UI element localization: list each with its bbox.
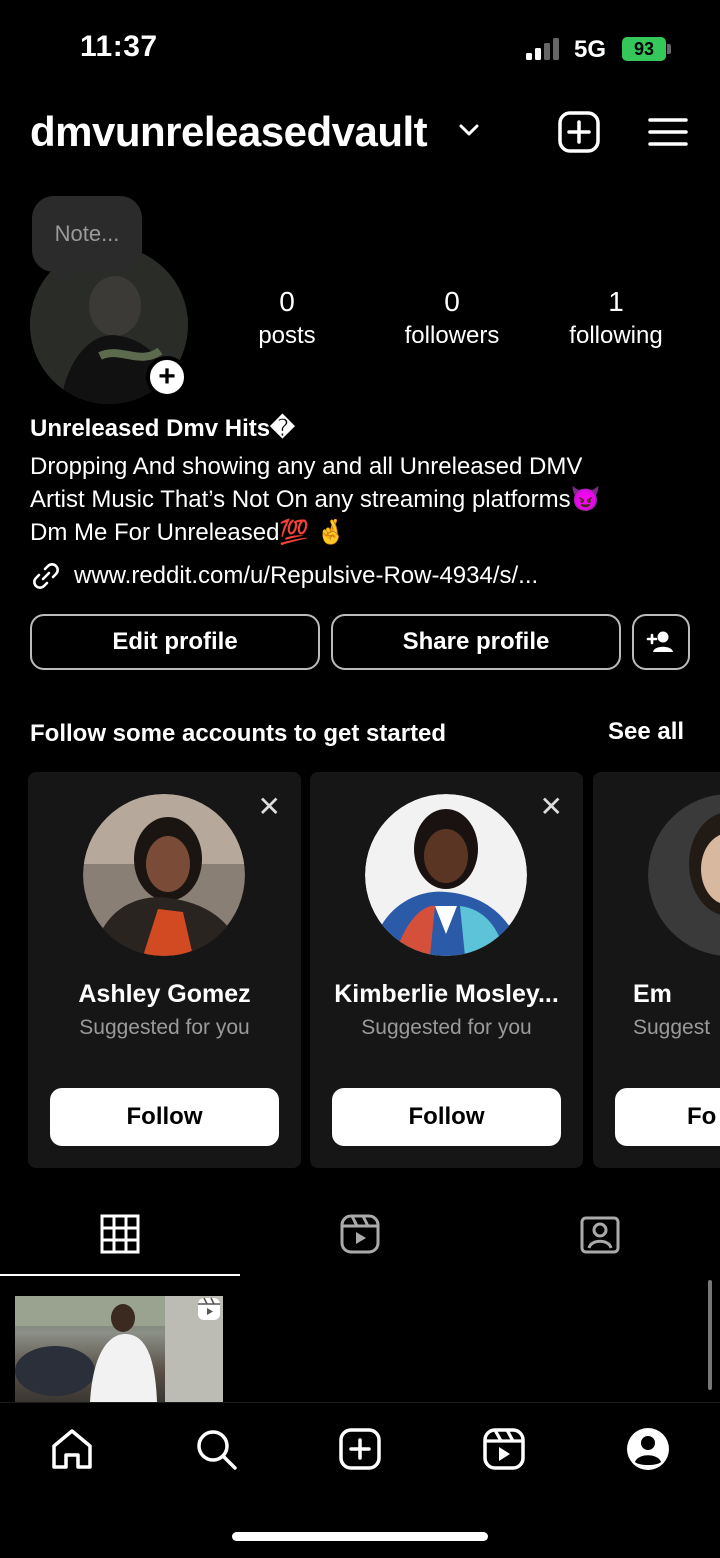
suggestion-card[interactable]: Em Suggest Fo bbox=[593, 772, 720, 1168]
tagged-icon[interactable] bbox=[578, 1212, 622, 1256]
follow-button[interactable]: Follow bbox=[332, 1088, 561, 1146]
stat-posts[interactable]: 0 posts bbox=[217, 286, 357, 350]
stat-label: following bbox=[569, 322, 663, 349]
battery-level: 93 bbox=[633, 38, 655, 59]
stat-followers[interactable]: 0 followers bbox=[382, 286, 522, 350]
suggestions-title: Follow some accounts to get started bbox=[30, 720, 447, 747]
follow-button[interactable]: Follow bbox=[50, 1088, 279, 1146]
stat-value: 0 bbox=[444, 286, 460, 317]
suggestion-name: Em bbox=[633, 980, 672, 1008]
grid-icon[interactable] bbox=[98, 1212, 142, 1256]
battery-icon: 93 bbox=[622, 37, 666, 61]
reels-icon[interactable] bbox=[338, 1212, 382, 1256]
stat-label: posts bbox=[258, 322, 316, 349]
chevron-down-icon[interactable] bbox=[458, 122, 480, 138]
dismiss-icon[interactable]: ✕ bbox=[540, 790, 563, 823]
suggestion-avatar[interactable] bbox=[648, 794, 720, 956]
reels-nav-icon[interactable] bbox=[481, 1426, 527, 1472]
suggestion-card[interactable]: ✕ Ashley Gomez Suggested for you Follow bbox=[28, 772, 301, 1168]
discover-people-button[interactable] bbox=[632, 614, 690, 670]
stat-following[interactable]: 1 following bbox=[546, 286, 686, 350]
dismiss-icon[interactable]: ✕ bbox=[258, 790, 281, 823]
menu-icon[interactable] bbox=[644, 108, 692, 156]
post-thumbnail[interactable] bbox=[15, 1296, 223, 1402]
see-all-link[interactable]: See all bbox=[608, 718, 684, 746]
stat-value: 1 bbox=[608, 286, 624, 317]
scrollbar[interactable] bbox=[708, 1280, 712, 1390]
profile-link[interactable]: www.reddit.com/u/Repulsive-Row-4934/s/..… bbox=[30, 560, 538, 592]
profile-bio: Dropping And showing any and all Unrelea… bbox=[30, 450, 690, 549]
note-bubble[interactable]: Note... bbox=[32, 196, 142, 272]
bio-line: Artist Music That’s Not On any streaming… bbox=[30, 486, 601, 513]
create-post-icon[interactable] bbox=[555, 108, 603, 156]
post-image bbox=[15, 1296, 223, 1402]
bio-line: Dm Me For Unreleased💯 🤞 bbox=[30, 519, 346, 546]
add-story-icon[interactable]: + bbox=[146, 356, 188, 398]
status-time: 11:37 bbox=[80, 30, 158, 63]
suggestion-subtitle: Suggest bbox=[633, 1016, 711, 1039]
profile-icon[interactable] bbox=[625, 1426, 671, 1472]
signal-icon bbox=[526, 38, 559, 60]
bio-line: Dropping And showing any and all Unrelea… bbox=[30, 453, 583, 480]
follow-button[interactable]: Fo bbox=[615, 1088, 720, 1146]
home-indicator bbox=[232, 1532, 488, 1541]
suggestion-card[interactable]: ✕ Kimberlie Mosley... Suggested for you … bbox=[310, 772, 583, 1168]
suggestion-name: Kimberlie Mosley... bbox=[334, 980, 559, 1008]
stat-label: followers bbox=[404, 322, 500, 349]
profile-display-name: Unreleased Dmv Hits� bbox=[30, 415, 295, 442]
share-profile-button[interactable]: Share profile bbox=[331, 614, 621, 670]
battery-nub bbox=[667, 44, 671, 54]
network-label: 5G bbox=[574, 36, 607, 63]
suggestion-name: Ashley Gomez bbox=[78, 980, 251, 1008]
suggestion-avatar[interactable] bbox=[365, 794, 527, 956]
profile-link-text: www.reddit.com/u/Repulsive-Row-4934/s/..… bbox=[74, 562, 539, 589]
edit-profile-button[interactable]: Edit profile bbox=[30, 614, 320, 670]
create-icon[interactable] bbox=[337, 1426, 383, 1472]
add-person-icon bbox=[646, 631, 673, 652]
active-tab-indicator bbox=[0, 1274, 240, 1276]
suggestion-subtitle: Suggested for you bbox=[361, 1016, 532, 1039]
suggestion-avatar[interactable] bbox=[83, 794, 245, 956]
account-switcher[interactable]: dmvunreleasedvault bbox=[30, 108, 428, 156]
stat-value: 0 bbox=[279, 286, 295, 317]
suggestion-subtitle: Suggested for you bbox=[79, 1016, 250, 1039]
link-icon bbox=[33, 563, 59, 589]
home-icon[interactable] bbox=[49, 1426, 95, 1472]
search-icon[interactable] bbox=[193, 1426, 239, 1472]
reel-badge-icon bbox=[198, 1297, 220, 1320]
